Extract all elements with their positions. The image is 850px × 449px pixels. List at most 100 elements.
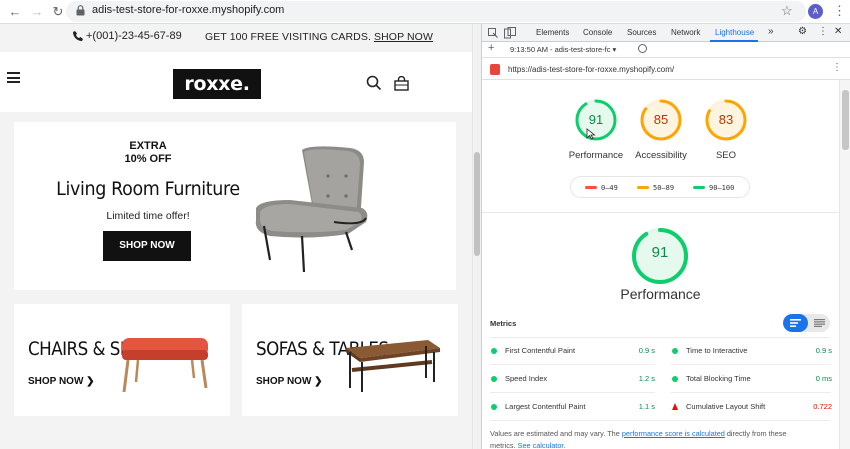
- score-legend: 0–49 50–89 90–100: [570, 176, 750, 198]
- browser-menu-icon[interactable]: ⋮: [833, 3, 846, 19]
- phone-number[interactable]: +(001)-23-45-67-89: [86, 30, 182, 42]
- pass-indicator: [491, 404, 497, 410]
- performance-score: 91: [588, 112, 604, 127]
- metric-first-contentful-paint: First Contentful Paint 0.9 s: [491, 345, 657, 359]
- see-calculator-link[interactable]: See calculator.: [518, 441, 566, 449]
- forward-arrow-icon[interactable]: →: [28, 3, 46, 21]
- hero-title: Living Room Furniture: [56, 178, 240, 200]
- store-logo[interactable]: roxxe.: [173, 69, 261, 99]
- legend-fail-swatch: [585, 186, 597, 189]
- devtools-menu-icon[interactable]: ⋮: [818, 26, 828, 37]
- profile-avatar[interactable]: A: [808, 4, 823, 19]
- hero-discount: EXTRA 10% OFF: [14, 140, 282, 166]
- metrics-disclaimer: Values are estimated and may vary. The p…: [490, 428, 830, 449]
- more-tabs-button[interactable]: »: [768, 26, 774, 37]
- chevron-right-icon: ❯: [86, 376, 95, 387]
- metrics-divider: [490, 392, 655, 393]
- metrics-divider: [490, 420, 830, 421]
- performance-section-title: Performance: [620, 286, 701, 302]
- close-devtools-icon[interactable]: ✕: [834, 26, 842, 37]
- legend-fail-range: 0–49: [601, 184, 618, 192]
- category-shop-now-label: SHOP NOW: [28, 376, 84, 387]
- tab-elements[interactable]: Elements: [536, 28, 569, 37]
- metric-label: Cumulative Layout Shift: [686, 402, 766, 411]
- metric-speed-index: Speed Index 1.2 s: [491, 373, 657, 387]
- search-icon[interactable]: [366, 75, 382, 91]
- metric-label: Time to Interactive: [686, 346, 748, 355]
- metric-label: Largest Contentful Paint: [505, 402, 586, 411]
- legend-average-swatch: [637, 186, 649, 189]
- metric-label: Speed Index: [505, 374, 548, 383]
- address-bar-url: adis-test-store-for-roxxe.myshopify.com: [92, 4, 285, 16]
- category-shop-now-label: SHOP NOW: [256, 376, 312, 387]
- store-page: +(001)-23-45-67-89 GET 100 FREE VISITING…: [0, 24, 472, 449]
- pass-indicator: [491, 348, 497, 354]
- audited-url[interactable]: https://adis-test-store-for-roxxe.myshop…: [508, 65, 674, 74]
- settings-gear-icon[interactable]: ⚙: [798, 26, 807, 37]
- category-shop-now-link[interactable]: SHOP NOW ❯: [28, 376, 95, 387]
- mouse-cursor-icon: [586, 128, 596, 140]
- tab-sources[interactable]: Sources: [627, 28, 656, 37]
- metric-label: First Contentful Paint: [505, 346, 576, 355]
- metric-cumulative-layout-shift: Cumulative Layout Shift 0.722: [672, 401, 832, 415]
- pass-indicator: [672, 376, 678, 382]
- store-scrollbar[interactable]: [472, 24, 481, 449]
- metric-value: 0.722: [813, 402, 832, 411]
- metric-value: 0 ms: [815, 374, 832, 383]
- new-report-plus-icon[interactable]: +: [488, 42, 494, 54]
- promo-message: GET 100 FREE VISITING CARDS.: [205, 31, 371, 43]
- scrollbar-thumb[interactable]: [474, 152, 480, 256]
- promo-text: GET 100 FREE VISITING CARDS. SHOP NOW: [205, 31, 433, 43]
- audited-url-row: https://adis-test-store-for-roxxe.myshop…: [482, 58, 850, 80]
- report-menu-icon[interactable]: ⋮: [832, 62, 842, 73]
- metrics-view-toggle[interactable]: [783, 314, 830, 332]
- disclaimer-text: metrics.: [490, 441, 516, 449]
- chevron-right-icon: ❯: [314, 376, 323, 387]
- compact-view-icon: [790, 319, 801, 327]
- devtools-scrollbar[interactable]: [839, 80, 850, 449]
- metrics-header: Metrics: [490, 319, 517, 328]
- bookmark-star-icon[interactable]: ☆: [781, 3, 793, 19]
- legend-average-range: 50–89: [653, 184, 675, 192]
- hero-shop-now-button[interactable]: SHOP NOW: [103, 231, 191, 261]
- score-calculated-link[interactable]: performance score is calculated: [622, 429, 725, 438]
- promo-shop-now-link[interactable]: SHOP NOW: [374, 31, 433, 43]
- category-shop-now-link[interactable]: SHOP NOW ❯: [256, 376, 323, 387]
- category-card-chairs[interactable]: CHAIRS & SETS SHOP NOW ❯: [14, 304, 230, 416]
- metrics-divider: [671, 392, 831, 393]
- reload-icon[interactable]: ↻: [49, 3, 67, 21]
- device-toolbar-icon[interactable]: [504, 27, 516, 39]
- pass-indicator: [491, 376, 497, 382]
- metrics-divider: [490, 337, 830, 338]
- metric-value: 0.9 s: [815, 346, 832, 355]
- coffee-table-image: [346, 340, 440, 392]
- tab-network[interactable]: Network: [671, 28, 700, 37]
- browser-toolbar: ← → ↻ adis-test-store-for-roxxe.myshopif…: [0, 0, 850, 24]
- scrollbar-thumb[interactable]: [842, 90, 849, 150]
- expanded-view-icon[interactable]: [814, 319, 825, 327]
- address-bar[interactable]: adis-test-store-for-roxxe.myshopify.com: [66, 1, 806, 22]
- report-selector[interactable]: 9:13:50 AM - adis-test-store-fc ▾: [510, 45, 616, 54]
- metric-value: 1.2 s: [638, 374, 655, 383]
- hamburger-menu-icon[interactable]: [7, 72, 20, 83]
- disclaimer-text: Values are estimated and may vary. The: [490, 429, 620, 438]
- bench-image: [122, 338, 208, 393]
- devtools-tab-bar: Elements Console Sources Network Lightho…: [482, 24, 850, 42]
- report-selector-label: 9:13:50 AM - adis-test-store-fc: [510, 45, 611, 54]
- tab-lighthouse[interactable]: Lighthouse: [715, 28, 754, 37]
- category-card-sofas[interactable]: SOFAS & TABLES SHOP NOW ❯: [242, 304, 458, 416]
- legend-pass-range: 90–100: [709, 184, 735, 192]
- devtools-panel: Elements Console Sources Network Lightho…: [481, 24, 850, 449]
- inspect-element-icon[interactable]: [488, 28, 498, 38]
- lock-icon: [76, 5, 85, 16]
- toggle-compact-view[interactable]: [783, 314, 808, 332]
- fail-triangle-icon: [672, 403, 678, 410]
- tab-console[interactable]: Console: [583, 28, 612, 37]
- cart-bag-icon[interactable]: [394, 76, 409, 91]
- metric-largest-contentful-paint: Largest Contentful Paint 1.1 s: [491, 401, 657, 415]
- metrics-divider: [490, 364, 655, 365]
- lighthouse-logo-icon: [490, 64, 500, 75]
- performance-big-score: 91: [651, 244, 669, 261]
- clear-reports-icon[interactable]: [638, 44, 647, 53]
- back-arrow-icon[interactable]: ←: [6, 3, 24, 21]
